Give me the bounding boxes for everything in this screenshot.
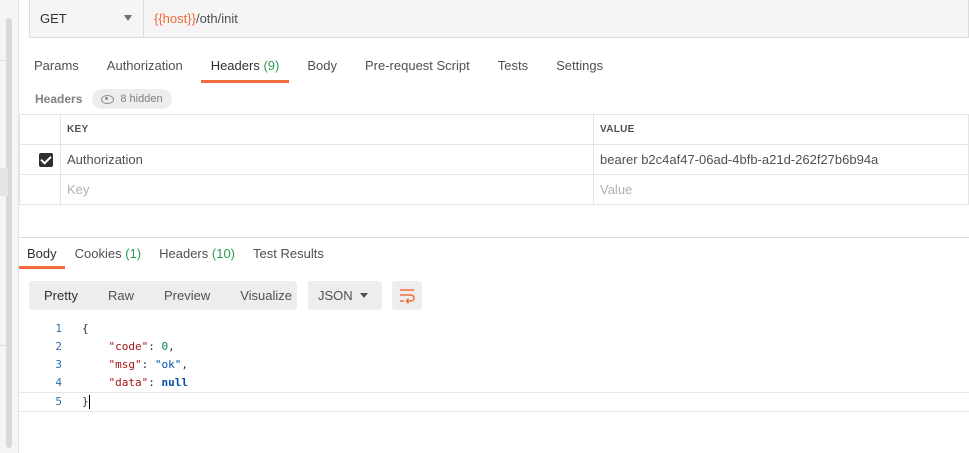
line-number: 3 — [55, 358, 62, 371]
response-tabs: Body Cookies (1) Headers (10) Test Resul… — [19, 242, 334, 269]
code-line-current: 5 } — [19, 392, 969, 412]
language-select[interactable]: JSON — [308, 281, 382, 310]
json-punct: , — [168, 340, 175, 353]
json-punct: , — [181, 358, 188, 371]
new-key-input[interactable]: Key — [60, 174, 594, 205]
code-line: 2 "code": 0, — [19, 338, 969, 356]
method-label: GET — [40, 11, 67, 26]
line-number: 1 — [55, 322, 62, 335]
tab-settings[interactable]: Settings — [542, 52, 617, 80]
json-key: "code" — [108, 340, 149, 353]
code-line: 3 "msg": "ok", — [19, 356, 969, 374]
tab-label: Pre-request Script — [364, 58, 470, 73]
tab-label: Settings — [556, 58, 604, 73]
wrap-lines-icon — [400, 289, 415, 304]
chevron-down-icon — [124, 15, 132, 21]
row-checkbox-cell — [19, 144, 61, 175]
code-text: "code": 0, — [108, 340, 175, 353]
method-select[interactable]: GET — [29, 0, 144, 38]
tab-headers[interactable]: Headers (9) — [197, 52, 294, 83]
json-value: "ok" — [154, 358, 182, 371]
response-divider[interactable] — [19, 237, 969, 238]
response-body-editor[interactable]: 1 { 2 "code": 0, 3 "msg": "ok", 4 "data"… — [19, 320, 969, 412]
tab-response-cookies[interactable]: Cookies (1) — [67, 242, 149, 266]
tab-count: (9) — [263, 58, 280, 73]
tab-body[interactable]: Body — [293, 52, 351, 80]
line-number: 2 — [55, 340, 62, 353]
line-number: 5 — [55, 395, 62, 408]
table-row-empty: Key Value — [19, 174, 969, 205]
left-scrollbar[interactable] — [6, 18, 12, 448]
tab-label: Tests — [497, 58, 529, 73]
language-label: JSON — [318, 288, 353, 303]
header-value-cell[interactable]: bearer b2c4af47-06ad-4bfb-a21d-262f27b6b… — [593, 144, 969, 175]
headers-title-row: Headers 8 hidden — [35, 88, 172, 110]
code-brace: } — [82, 395, 89, 408]
tab-label: Params — [34, 58, 79, 73]
tab-params[interactable]: Params — [20, 52, 93, 80]
code-line: 1 { — [19, 320, 969, 338]
json-value: null — [161, 376, 189, 389]
json-key: "data" — [108, 376, 149, 389]
code-line: 4 "data": null — [19, 374, 969, 392]
request-tabs: Params Authorization Headers (9) Body Pr… — [20, 52, 617, 83]
eye-icon — [101, 94, 115, 104]
format-switcher: Pretty Raw Preview Visualize — [29, 281, 297, 310]
line-number: 4 — [55, 376, 62, 389]
header-enabled-checkbox[interactable] — [39, 152, 53, 167]
tab-response-body[interactable]: Body — [19, 242, 65, 269]
header-key-cell[interactable]: Authorization — [60, 144, 594, 175]
checkbox-column-header — [19, 114, 61, 145]
row-checkbox-cell — [19, 174, 61, 205]
format-raw-button[interactable]: Raw — [93, 281, 149, 310]
tab-label: Headers — [210, 58, 260, 73]
code-text: "msg": "ok", — [108, 358, 189, 371]
tab-count: (10) — [211, 246, 236, 261]
text-cursor — [88, 395, 90, 409]
chevron-down-icon — [360, 293, 368, 298]
table-row: Authorization bearer b2c4af47-06ad-4bfb-… — [19, 144, 969, 175]
tab-authorization[interactable]: Authorization — [93, 52, 197, 80]
table-header-row: KEY VALUE — [19, 114, 969, 145]
url-input[interactable]: {{host}}/oth/init — [144, 0, 969, 38]
left-selected-marker — [0, 168, 8, 196]
format-preview-button[interactable]: Preview — [149, 281, 225, 310]
format-visualize-button[interactable]: Visualize — [225, 281, 307, 310]
wrap-lines-button[interactable] — [392, 281, 422, 310]
url-host-variable: {{host}} — [154, 11, 196, 26]
hidden-headers-toggle[interactable]: 8 hidden — [92, 89, 172, 109]
left-panel-edge — [0, 0, 19, 453]
code-text: { — [82, 322, 89, 335]
tab-label: Headers — [159, 246, 209, 261]
new-value-input[interactable]: Value — [593, 174, 969, 205]
tab-label: Authorization — [106, 58, 183, 73]
left-divider — [0, 345, 8, 346]
format-pretty-button[interactable]: Pretty — [29, 281, 93, 310]
tab-tests[interactable]: Tests — [484, 52, 542, 80]
tab-test-results[interactable]: Test Results — [245, 242, 332, 266]
headers-section-label: Headers — [35, 92, 83, 106]
code-text: "data": null — [108, 376, 189, 389]
url-path: /oth/init — [195, 11, 238, 26]
headers-table: KEY VALUE Authorization bearer b2c4af47-… — [19, 114, 969, 205]
tab-label: Body — [307, 58, 337, 73]
key-column-header: KEY — [60, 114, 594, 145]
tab-label: Cookies — [74, 246, 122, 261]
hidden-count: 8 hidden — [120, 93, 163, 105]
tab-response-headers[interactable]: Headers (10) — [151, 242, 243, 266]
tab-count: (1) — [125, 246, 142, 261]
value-column-header: VALUE — [593, 114, 969, 145]
tab-label: Test Results — [253, 246, 324, 261]
tab-pre-request-script[interactable]: Pre-request Script — [351, 52, 484, 80]
left-divider — [0, 60, 8, 61]
request-bar: GET {{host}}/oth/init — [29, 0, 969, 38]
json-key: "msg" — [108, 358, 142, 371]
code-text: } — [82, 393, 90, 411]
tab-label: Body — [27, 246, 57, 261]
